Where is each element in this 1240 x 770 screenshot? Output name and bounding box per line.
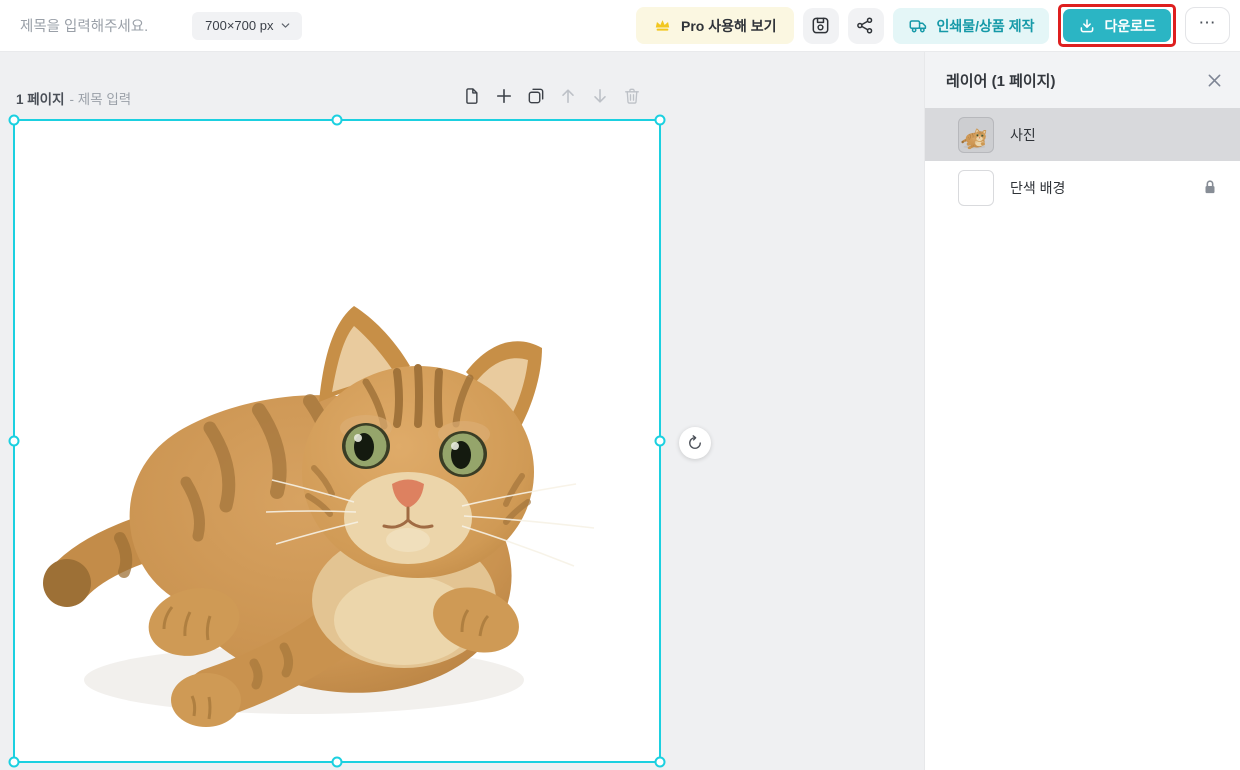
- new-page-icon: [462, 86, 482, 106]
- more-options-button[interactable]: ⋯: [1185, 7, 1230, 44]
- layer-thumbnail-photo: [958, 116, 994, 153]
- canvas-workspace: 1 페이지 - 제목 입력: [0, 52, 924, 770]
- delete-page-button[interactable]: [622, 86, 642, 106]
- layer-row-background[interactable]: 단색 배경: [925, 161, 1240, 214]
- new-page-button[interactable]: [462, 86, 482, 106]
- selection-handle-top-center[interactable]: [331, 114, 343, 126]
- topbar-actions: Pro 사용해 보기 인쇄물/상품 제작 다운로드 ⋯: [635, 4, 1230, 47]
- selection-handle-bottom-right[interactable]: [654, 756, 666, 768]
- layer-row-photo[interactable]: 사진: [925, 108, 1240, 161]
- truck-icon: [908, 15, 929, 36]
- rotate-handle[interactable]: [679, 427, 711, 459]
- move-page-up-button[interactable]: [558, 86, 578, 106]
- selection-handle-middle-right[interactable]: [654, 435, 666, 447]
- layer-thumbnail-background: [958, 169, 994, 206]
- selection-handle-bottom-center[interactable]: [331, 756, 343, 768]
- selection-handle-top-right[interactable]: [654, 114, 666, 126]
- add-page-icon: [494, 86, 514, 106]
- share-icon: [855, 15, 876, 36]
- add-page-button[interactable]: [494, 86, 514, 106]
- move-down-icon: [590, 86, 610, 106]
- layers-panel-header: 레이어 (1 페이지): [925, 52, 1240, 108]
- download-label: 다운로드: [1104, 17, 1156, 34]
- share-button[interactable]: [847, 7, 884, 44]
- chevron-down-icon: [279, 19, 292, 32]
- more-icon: ⋯: [1198, 12, 1217, 32]
- layer-label: 사진: [1010, 126, 1036, 143]
- save-button[interactable]: [802, 7, 839, 44]
- save-icon: [810, 15, 831, 36]
- cat-photo-element[interactable]: [14, 120, 660, 762]
- canvas-page[interactable]: [14, 120, 660, 762]
- top-toolbar: 제목을 입력해주세요. 700×700 px Pro 사용해 보기 인쇄물/상품…: [0, 0, 1240, 52]
- document-title-input[interactable]: 제목을 입력해주세요.: [20, 15, 148, 36]
- lock-icon[interactable]: [1200, 177, 1222, 199]
- print-product-button[interactable]: 인쇄물/상품 제작: [892, 7, 1050, 44]
- page-title-hint[interactable]: - 제목 입력: [70, 88, 132, 108]
- download-icon: [1078, 17, 1096, 35]
- try-pro-label: Pro 사용해 보기: [680, 17, 777, 34]
- duplicate-page-button[interactable]: [526, 86, 546, 106]
- selection-handle-top-left[interactable]: [8, 114, 20, 126]
- move-up-icon: [558, 86, 578, 106]
- download-button[interactable]: 다운로드: [1063, 9, 1171, 42]
- layers-panel-title: 레이어 (1 페이지): [946, 72, 1056, 90]
- close-panel-button[interactable]: [1202, 68, 1226, 92]
- close-icon: [1205, 71, 1224, 90]
- try-pro-button[interactable]: Pro 사용해 보기: [635, 7, 794, 44]
- page-header: 1 페이지 - 제목 입력: [16, 88, 131, 108]
- move-page-down-button[interactable]: [590, 86, 610, 106]
- page-toolbar: [462, 86, 642, 106]
- delete-page-icon: [622, 86, 642, 106]
- page-indicator: 1 페이지: [16, 92, 65, 107]
- rotate-icon: [686, 434, 704, 452]
- selection-handle-bottom-left[interactable]: [8, 756, 20, 768]
- design-editor-app: 제목을 입력해주세요. 700×700 px Pro 사용해 보기 인쇄물/상품…: [0, 0, 1240, 770]
- duplicate-page-icon: [526, 86, 546, 106]
- canvas-size-selector[interactable]: 700×700 px: [192, 11, 303, 40]
- crown-icon: [653, 16, 672, 35]
- selection-handle-middle-left[interactable]: [8, 435, 20, 447]
- layer-label: 단색 배경: [1010, 179, 1066, 196]
- print-product-label: 인쇄물/상품 제작: [936, 17, 1035, 34]
- layers-panel: 레이어 (1 페이지) 사진 단색 배경: [924, 52, 1240, 770]
- annotation-highlight-box: 다운로드: [1058, 4, 1176, 47]
- canvas-size-label: 700×700 px: [205, 18, 274, 33]
